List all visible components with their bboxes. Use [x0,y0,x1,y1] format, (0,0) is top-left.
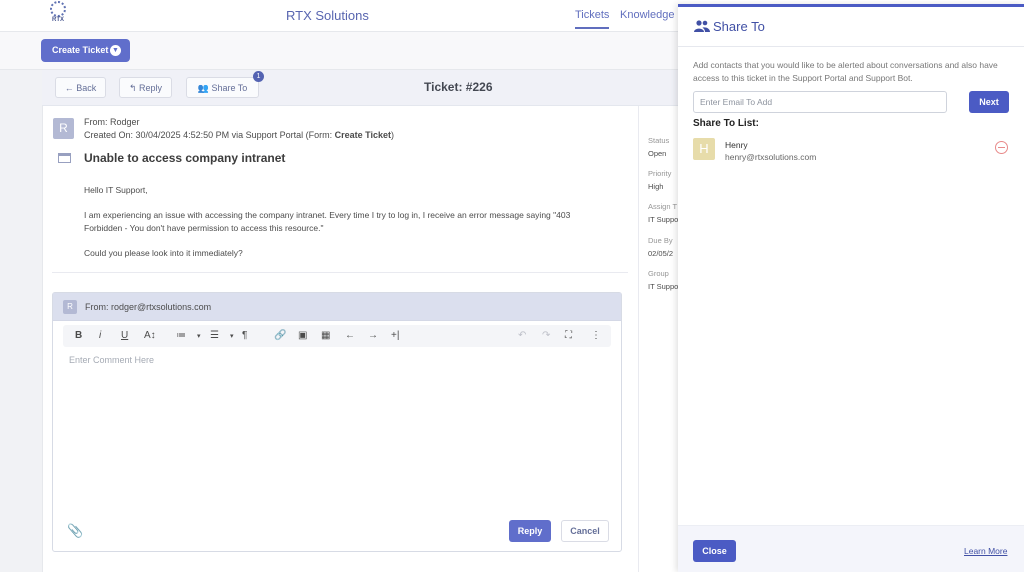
share-to-drawer: Share To Add contacts that you would lik… [678,4,1024,572]
drawer-description: Add contacts that you would like to be a… [693,60,998,83]
email-input[interactable] [693,91,947,113]
drawer-title: Share To [713,19,765,34]
drawer-footer: Close Learn More [678,525,1024,572]
users-icon [694,20,710,32]
next-button[interactable]: Next [969,91,1009,113]
drawer-header: Share To [678,7,1024,47]
contact-avatar: H [693,138,715,160]
share-list-title: Share To List: [693,118,759,129]
close-button[interactable]: Close [693,540,736,562]
contact-name: Henry [725,140,748,150]
learn-more-link[interactable]: Learn More [964,546,1007,556]
contact-email: henry@rtxsolutions.com [725,152,817,162]
remove-contact-icon[interactable] [995,141,1008,154]
modal-backdrop[interactable] [0,0,678,572]
